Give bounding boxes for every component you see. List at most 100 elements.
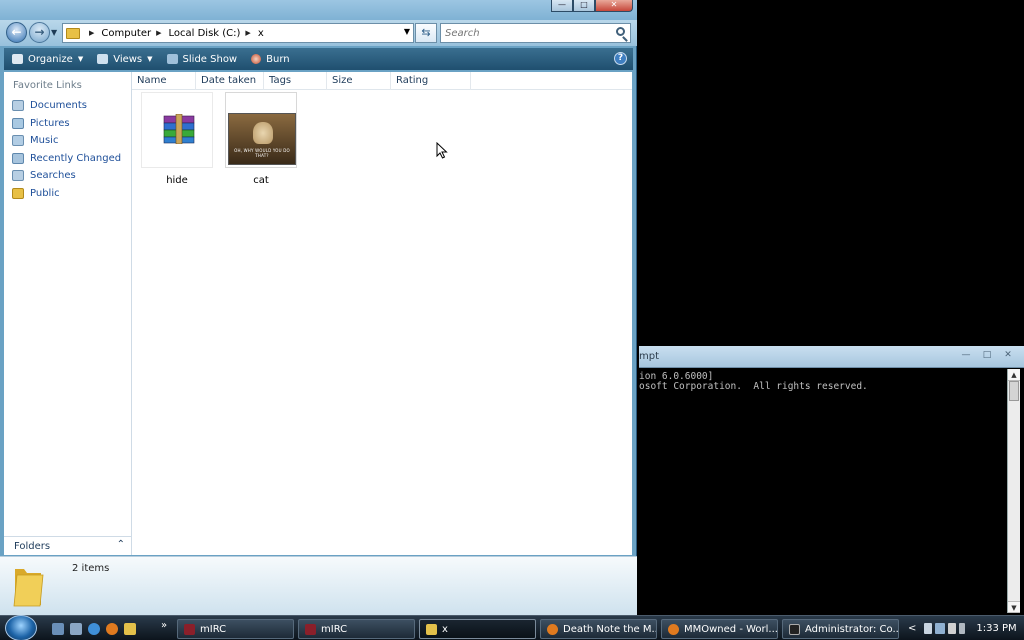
show-desktop-icon[interactable] — [52, 623, 64, 635]
recently-changed-icon — [12, 152, 24, 164]
file-item-cat[interactable]: OH, WHY WOULD YOU DO THAT? cat — [221, 92, 301, 186]
switch-windows-icon[interactable] — [70, 623, 82, 635]
details-pane: 2 items — [0, 556, 637, 615]
breadcrumb-label: Computer — [101, 27, 152, 39]
scroll-up-icon[interactable]: ▲ — [1008, 369, 1020, 381]
close-button[interactable]: ✕ — [595, 0, 633, 12]
nav-item-label: Music — [30, 135, 59, 147]
file-name: hide — [166, 175, 188, 186]
tray-app-icon[interactable] — [959, 623, 966, 634]
show-hidden-icons-button[interactable]: < — [908, 623, 916, 634]
column-header-rating[interactable]: Rating — [391, 72, 471, 90]
address-dropdown-icon[interactable]: ▼ — [404, 27, 410, 36]
breadcrumb-root-arrow[interactable]: ▶ — [84, 29, 101, 37]
winrar-archive-icon — [163, 114, 195, 144]
recent-pages-dropdown[interactable]: ▼ — [51, 28, 57, 37]
refresh-button[interactable]: ⇆ — [415, 23, 437, 43]
command-prompt-icon — [789, 623, 800, 635]
cmd-titlebar[interactable]: mpt — □ ✕ — [639, 346, 1024, 368]
column-header-tags[interactable]: Tags — [264, 72, 327, 90]
breadcrumb-computer[interactable]: Computer ▶ — [101, 28, 168, 39]
nav-item-searches[interactable]: Searches — [4, 167, 131, 185]
taskbar-button-label: x — [442, 623, 448, 635]
nav-item-recently-changed[interactable]: Recently Changed — [4, 150, 131, 168]
forward-button[interactable]: → — [29, 22, 50, 43]
taskbar-button-label: MMOwned - Worl... — [684, 623, 778, 635]
command-prompt-window[interactable]: mpt — □ ✕ ion 6.0.6000] osoft Corporation… — [639, 346, 1024, 614]
pictures-icon — [12, 117, 24, 129]
column-header-name[interactable]: Name — [132, 72, 196, 90]
maximize-button[interactable]: □ — [977, 350, 997, 362]
folder-icon — [426, 623, 437, 635]
taskbar-button-label: Administrator: Co... — [805, 623, 899, 635]
file-item-hide[interactable]: hide — [137, 92, 217, 186]
breadcrumb-label: x — [257, 27, 264, 39]
address-row: ← → ▼ ▶ Computer ▶ Local Disk (C:) ▶ x ▼ ⇆ — [0, 20, 637, 46]
chevron-down-icon: ▼ — [77, 55, 84, 63]
quick-launch-more[interactable]: » — [161, 620, 167, 631]
command-toolbar: Organize ▼ Views ▼ Slide Show Burn ? — [4, 48, 633, 70]
file-thumbnail: OH, WHY WOULD YOU DO THAT? — [225, 92, 297, 168]
taskbar-button-explorer-x[interactable]: x — [419, 619, 536, 639]
search-input[interactable] — [441, 24, 606, 42]
taskbar: » mIRC mIRC x Death Note the M... MMOwne… — [0, 615, 1024, 640]
taskbar-button-label: mIRC — [321, 623, 348, 635]
internet-explorer-icon[interactable] — [88, 623, 100, 635]
folder-icon — [66, 27, 80, 39]
network-icon[interactable] — [935, 623, 946, 634]
start-button[interactable] — [5, 615, 37, 640]
column-header-date-taken[interactable]: Date taken — [196, 72, 264, 90]
views-icon — [97, 54, 109, 64]
nav-item-music[interactable]: Music — [4, 132, 131, 150]
maximize-button[interactable]: □ — [573, 0, 595, 12]
burn-button[interactable]: Burn — [251, 53, 290, 65]
slideshow-button[interactable]: Slide Show — [166, 54, 237, 65]
back-button[interactable]: ← — [6, 22, 27, 43]
media-player-icon[interactable] — [124, 623, 136, 635]
help-icon[interactable]: ? — [614, 52, 627, 65]
breadcrumb-local-disk[interactable]: Local Disk (C:) ▶ — [169, 28, 258, 39]
music-icon — [12, 135, 24, 147]
nav-item-label: Public — [30, 187, 60, 199]
burn-label: Burn — [266, 53, 290, 65]
searches-icon — [12, 170, 24, 182]
search-box[interactable] — [440, 23, 631, 43]
explorer-titlebar[interactable]: — □ ✕ — [0, 0, 637, 20]
close-button[interactable]: ✕ — [998, 350, 1018, 362]
column-header-size[interactable]: Size — [327, 72, 391, 90]
scroll-thumb[interactable] — [1009, 381, 1019, 401]
nav-item-documents[interactable]: Documents — [4, 97, 131, 115]
file-name: cat — [253, 175, 269, 186]
firefox-icon[interactable] — [106, 623, 118, 635]
battery-icon[interactable] — [924, 623, 933, 634]
cmd-title: mpt — [639, 351, 660, 362]
nav-item-pictures[interactable]: Pictures — [4, 115, 131, 133]
console-output[interactable]: ion 6.0.6000] osoft Corporation. All righ… — [639, 369, 1007, 613]
scroll-down-icon[interactable]: ▼ — [1008, 601, 1020, 613]
search-icon[interactable] — [616, 27, 625, 36]
organize-icon — [12, 54, 23, 64]
minimize-button[interactable]: — — [956, 350, 976, 362]
organize-button[interactable]: Organize ▼ — [12, 54, 83, 65]
file-list[interactable]: Name Date taken Tags Size Rating hide OH… — [132, 72, 632, 555]
nav-item-label: Pictures — [30, 117, 70, 129]
nav-item-label: Searches — [30, 170, 76, 182]
folder-icon — [13, 569, 44, 607]
vertical-scrollbar[interactable]: ▲ ▼ — [1007, 369, 1020, 613]
taskbar-button-mmowned[interactable]: MMOwned - Worl... — [661, 619, 778, 639]
taskbar-button-mirc-2[interactable]: mIRC — [298, 619, 415, 639]
slideshow-icon — [166, 54, 178, 64]
nav-item-public[interactable]: Public — [4, 185, 131, 203]
folders-toggle[interactable]: Folders ⌃ — [4, 536, 131, 555]
taskbar-button-command-prompt[interactable]: Administrator: Co... — [782, 619, 899, 639]
volume-icon[interactable] — [948, 623, 957, 634]
address-bar[interactable]: ▶ Computer ▶ Local Disk (C:) ▶ x ▼ — [62, 23, 414, 43]
clock[interactable]: 1:33 PM — [976, 623, 1016, 634]
minimize-button[interactable]: — — [551, 0, 573, 12]
breadcrumb-x[interactable]: x — [258, 28, 264, 39]
views-label: Views — [113, 53, 143, 65]
views-button[interactable]: Views ▼ — [97, 53, 153, 65]
taskbar-button-mirc-1[interactable]: mIRC — [177, 619, 294, 639]
taskbar-button-death-note[interactable]: Death Note the M... — [540, 619, 657, 639]
folders-label: Folders — [14, 541, 51, 552]
